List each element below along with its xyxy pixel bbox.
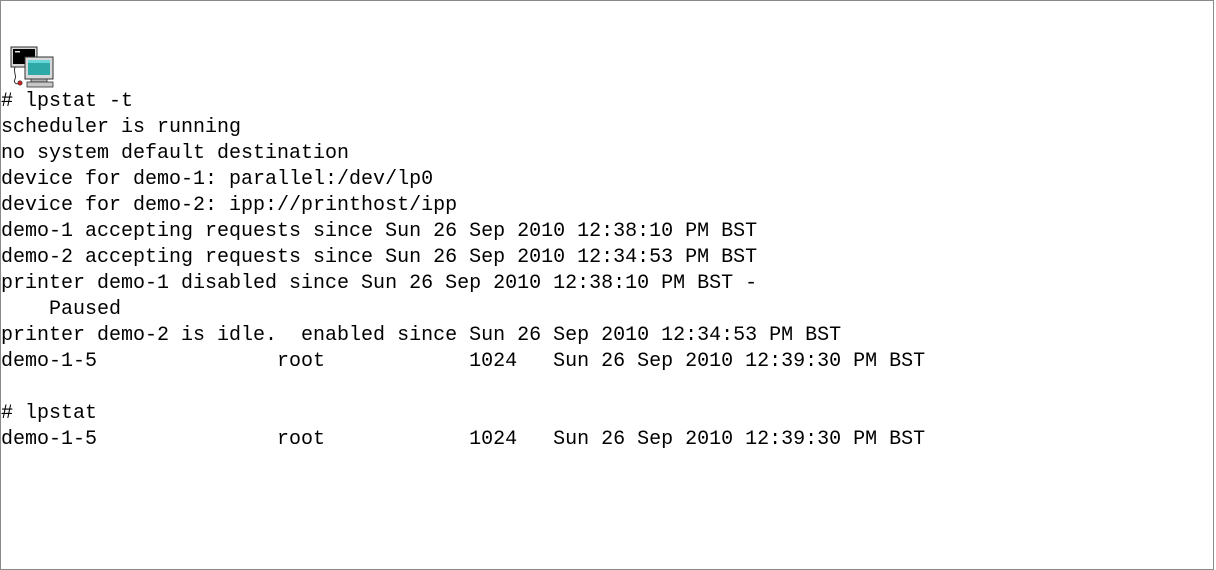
terminal-frame: # lpstat -t scheduler is running no system…	[0, 0, 1214, 570]
output-line: demo-2 accepting requests since Sun 26 S…	[1, 246, 758, 269]
output-line: scheduler is running	[1, 116, 242, 139]
output-line: device for demo-1: parallel:/dev/lp0	[1, 168, 434, 191]
command-line: # lpstat -t	[1, 90, 134, 113]
terminal-output: # lpstat -t scheduler is running no system…	[1, 89, 925, 453]
output-line: device for demo-2: ipp://printhost/ipp	[1, 194, 458, 217]
job-row: demo-1-5 root 1024 Sun 26 Sep 2010 12:39…	[1, 428, 926, 451]
terminal-computer-icon	[10, 46, 54, 88]
output-line: no system default destination	[1, 142, 350, 165]
output-line: printer demo-1 disabled since Sun 26 Sep…	[1, 272, 758, 295]
output-line: demo-1 accepting requests since Sun 26 S…	[1, 220, 758, 243]
output-line-continuation: Paused	[49, 298, 122, 321]
command-line: # lpstat	[1, 402, 98, 425]
job-row: demo-1-5 root 1024 Sun 26 Sep 2010 12:39…	[1, 350, 926, 373]
output-line: printer demo-2 is idle. enabled since Su…	[1, 324, 842, 347]
